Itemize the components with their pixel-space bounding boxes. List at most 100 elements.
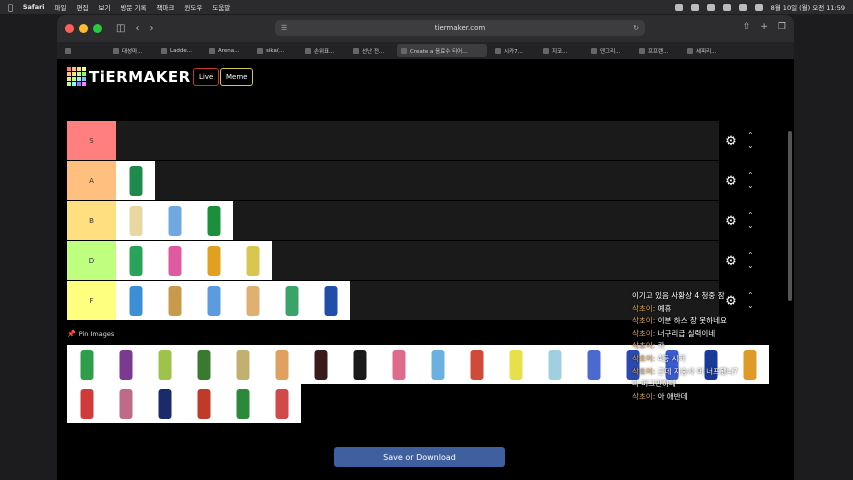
drink-image[interactable]: [155, 201, 194, 240]
tier-label[interactable]: S: [67, 121, 116, 160]
menubar-item-view[interactable]: 보기: [98, 2, 110, 12]
drink-image[interactable]: [67, 384, 106, 423]
drink-image[interactable]: [145, 384, 184, 423]
gear-icon[interactable]: ⚙: [721, 254, 741, 269]
browser-tab[interactable]: 프프랜...: [635, 44, 679, 57]
chevron-down-icon[interactable]: ⌄: [747, 301, 754, 311]
wifi-icon[interactable]: [722, 3, 731, 11]
menubar-item-file[interactable]: 파일: [55, 2, 67, 12]
browser-tab[interactable]: Ladde...: [157, 44, 201, 57]
drink-image[interactable]: [340, 345, 379, 384]
gear-icon[interactable]: ⚙: [721, 174, 741, 189]
apple-icon[interactable]: : [8, 3, 13, 12]
pin-images-label[interactable]: 📌 Pin Images: [67, 330, 114, 338]
site-logo[interactable]: TiERMAKER: [67, 67, 191, 86]
drink-image[interactable]: [418, 345, 457, 384]
menubar-item-help[interactable]: 도움말: [212, 2, 230, 12]
zoom-window-button[interactable]: [93, 24, 102, 33]
drink-image[interactable]: [155, 281, 194, 320]
new-tab-icon[interactable]: +: [760, 22, 768, 32]
close-window-button[interactable]: [65, 24, 74, 33]
drink-image[interactable]: [116, 281, 155, 320]
drink-image[interactable]: [155, 241, 194, 280]
status-icon[interactable]: [674, 3, 683, 11]
share-icon[interactable]: ⇧: [743, 22, 751, 32]
browser-tab[interactable]: [61, 44, 105, 57]
drink-image[interactable]: [233, 281, 272, 320]
save-download-button[interactable]: Save or Download: [334, 447, 505, 467]
browser-tab[interactable]: 세피리...: [683, 44, 727, 57]
control-center-icon[interactable]: [754, 3, 763, 11]
chevron-down-icon[interactable]: ⌄: [747, 221, 754, 231]
browser-tab[interactable]: 시카7...: [491, 44, 535, 57]
menubar-item-edit[interactable]: 편집: [77, 2, 89, 12]
page-scrollbar[interactable]: [788, 131, 792, 301]
forward-icon[interactable]: ›: [149, 23, 153, 34]
browser-tab[interactable]: sika(...: [253, 44, 297, 57]
chevron-up-icon[interactable]: ⌃: [747, 251, 754, 261]
chevron-up-icon[interactable]: ⌃: [747, 131, 754, 141]
menubar-app-name[interactable]: Safari: [23, 3, 45, 11]
drink-image[interactable]: [223, 384, 262, 423]
browser-tab[interactable]: Arena...: [205, 44, 249, 57]
gear-icon[interactable]: ⚙: [721, 214, 741, 229]
drink-image[interactable]: [184, 384, 223, 423]
drink-image[interactable]: [535, 345, 574, 384]
chevron-up-icon[interactable]: ⌃: [747, 211, 754, 221]
drink-image[interactable]: [145, 345, 184, 384]
drink-image[interactable]: [194, 241, 233, 280]
status-icon[interactable]: [706, 3, 715, 11]
tier-label[interactable]: B: [67, 201, 116, 240]
status-icon[interactable]: [690, 3, 699, 11]
search-icon[interactable]: [738, 3, 747, 11]
drink-image[interactable]: [116, 201, 155, 240]
tier-label[interactable]: F: [67, 281, 116, 320]
drink-image[interactable]: [67, 345, 106, 384]
drink-image[interactable]: [301, 345, 340, 384]
browser-tab[interactable]: 손위표...: [301, 44, 345, 57]
browser-tab[interactable]: Create a 음료수 티어...: [397, 44, 487, 57]
drink-image[interactable]: [272, 281, 311, 320]
drink-image[interactable]: [457, 345, 496, 384]
reload-icon[interactable]: ↻: [633, 24, 639, 32]
menubar-item-bookmarks[interactable]: 책마크: [156, 2, 174, 12]
browser-tab[interactable]: 덴그리...: [587, 44, 631, 57]
drink-image[interactable]: [262, 384, 301, 423]
live-button[interactable]: Live: [193, 68, 220, 86]
drink-image[interactable]: [379, 345, 418, 384]
tier-label[interactable]: D: [67, 241, 116, 280]
minimize-window-button[interactable]: [79, 24, 88, 33]
drink-image[interactable]: [223, 345, 262, 384]
browser-tab[interactable]: 지코...: [539, 44, 583, 57]
browser-tab[interactable]: 선난 전...: [349, 44, 393, 57]
drink-image[interactable]: [496, 345, 535, 384]
menubar-clock[interactable]: 8월 10일 (월) 오전 11:59: [771, 2, 845, 12]
sidebar-toggle-icon[interactable]: ◫: [116, 23, 125, 34]
chevron-up-icon[interactable]: ⌃: [747, 171, 754, 181]
drink-image[interactable]: [262, 345, 301, 384]
meme-button[interactable]: Meme: [220, 68, 254, 86]
chevron-down-icon[interactable]: ⌄: [747, 181, 754, 191]
drink-image[interactable]: [194, 281, 233, 320]
page-settings-icon[interactable]: ☰: [281, 24, 287, 32]
drink-image[interactable]: [116, 241, 155, 280]
back-icon[interactable]: ‹: [135, 23, 139, 34]
address-bar[interactable]: ☰ tiermaker.com ↻: [275, 20, 645, 36]
tab-overview-icon[interactable]: ❐: [778, 22, 786, 32]
chevron-down-icon[interactable]: ⌄: [747, 261, 754, 271]
drink-image[interactable]: [233, 241, 272, 280]
chevron-up-icon[interactable]: ⌃: [747, 291, 754, 301]
gear-icon[interactable]: ⚙: [721, 134, 741, 149]
drink-image[interactable]: [106, 345, 145, 384]
drink-image[interactable]: [194, 201, 233, 240]
drink-image[interactable]: [116, 161, 155, 200]
chevron-down-icon[interactable]: ⌄: [747, 141, 754, 151]
drink-image[interactable]: [311, 281, 350, 320]
drink-image[interactable]: [106, 384, 145, 423]
menubar-item-window[interactable]: 윈도우: [184, 2, 202, 12]
tier-label[interactable]: A: [67, 161, 116, 200]
menubar-item-history[interactable]: 방문 기록: [120, 2, 146, 12]
drink-image[interactable]: [184, 345, 223, 384]
drink-image[interactable]: [574, 345, 613, 384]
browser-tab[interactable]: 대성마...: [109, 44, 153, 57]
